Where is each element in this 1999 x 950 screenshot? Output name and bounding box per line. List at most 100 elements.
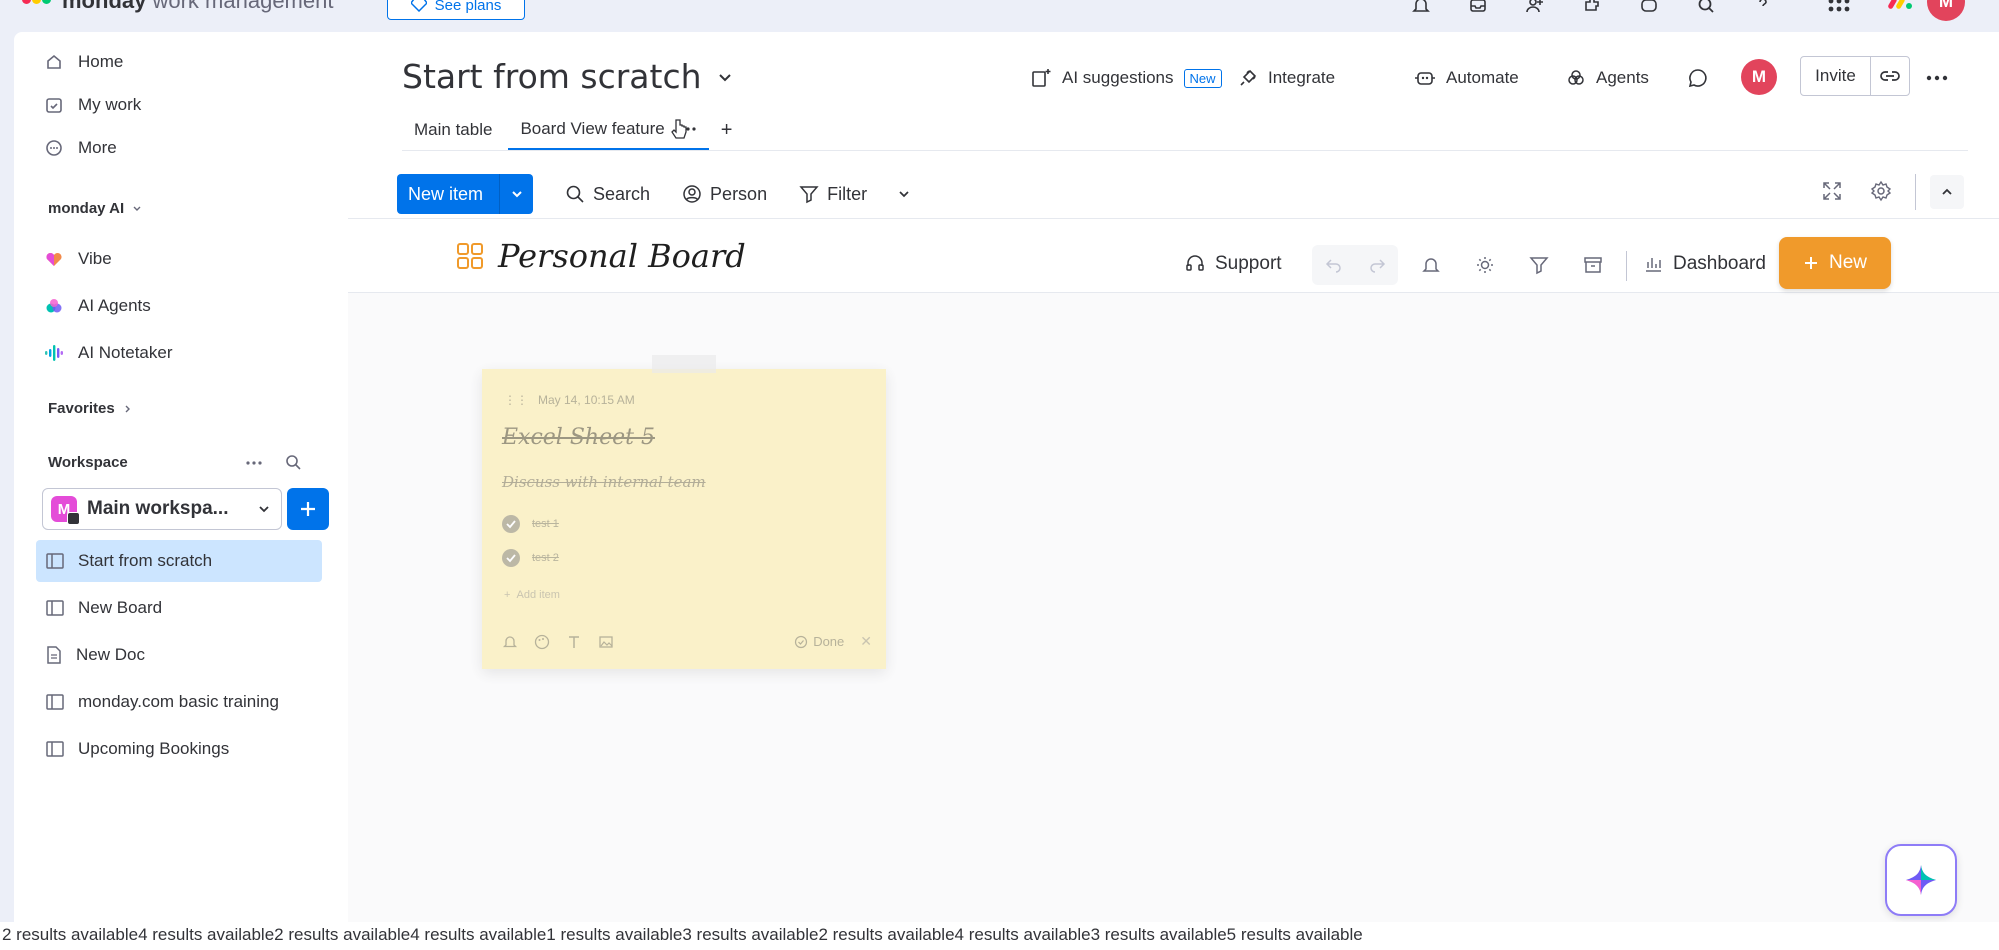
board-label: Start from scratch: [78, 551, 213, 570]
sidebar-board-start-from-scratch[interactable]: Start from scratch: [36, 540, 322, 582]
workspace-selector[interactable]: M Main workspa...: [42, 488, 282, 530]
inbox-icon[interactable]: [1465, 0, 1491, 18]
sidebar-item-vibe[interactable]: Vibe: [34, 242, 320, 276]
image-icon[interactable]: [598, 634, 614, 650]
sidebar-item-my-work[interactable]: My work: [34, 88, 320, 122]
sidebar-item-home[interactable]: Home: [34, 45, 320, 79]
chevron-down-icon[interactable]: [897, 187, 911, 201]
new-item-label: New item: [408, 183, 484, 204]
integrate-button[interactable]: Integrate: [1238, 62, 1335, 94]
note-checklist-item[interactable]: test 2: [502, 549, 559, 567]
settings-gear-icon[interactable]: [1870, 180, 1892, 202]
checked-circle-icon[interactable]: [502, 515, 520, 533]
user-avatar[interactable]: M: [1927, 0, 1965, 21]
search-icon: [565, 184, 585, 204]
new-note-button[interactable]: New: [1779, 237, 1891, 289]
sidebar-item-ai-notetaker[interactable]: AI Notetaker: [34, 336, 320, 370]
add-view-button[interactable]: +: [709, 110, 745, 150]
ai-sidekick-button[interactable]: [1885, 844, 1957, 916]
text-format-icon[interactable]: [566, 634, 582, 650]
automate-button[interactable]: Automate: [1414, 62, 1519, 94]
accessibility-status-text: 2 results available4 results available2 …: [0, 922, 1999, 950]
search-icon[interactable]: [1693, 0, 1719, 18]
invite-button[interactable]: Invite: [1800, 56, 1910, 96]
sidebar-item-ai-agents[interactable]: AI Agents: [34, 289, 320, 323]
notification-bell-icon[interactable]: [1421, 255, 1441, 275]
palette-icon[interactable]: [534, 634, 550, 650]
ai-suggestions-icon: [1030, 67, 1052, 89]
filter-button[interactable]: Filter: [799, 184, 911, 205]
mark-done-button[interactable]: Done: [794, 634, 844, 649]
add-view-label: +: [720, 118, 733, 141]
new-item-button[interactable]: New item: [397, 174, 533, 214]
note-title[interactable]: Excel Sheet 5: [502, 425, 655, 450]
fullscreen-icon[interactable]: [1821, 180, 1843, 202]
workspace-search-icon[interactable]: [284, 453, 302, 471]
undo-icon[interactable]: [1325, 256, 1343, 274]
tab-main-table[interactable]: Main table: [402, 110, 504, 150]
redo-icon[interactable]: [1368, 256, 1386, 274]
chevron-down-icon[interactable]: [499, 174, 533, 214]
board-menu-icon[interactable]: [1925, 62, 1949, 94]
support-button[interactable]: Support: [1185, 253, 1282, 275]
agents-icon: [1566, 68, 1586, 88]
chevron-down-icon: [716, 68, 734, 86]
reminder-bell-icon[interactable]: [502, 634, 518, 650]
note-description[interactable]: Discuss with internal team: [502, 473, 706, 491]
board-icon: [46, 741, 64, 757]
personal-board-header: Personal Board Support Dashboard New: [348, 219, 1999, 293]
sidebar-item-label: Home: [78, 52, 124, 71]
add-workspace-item-button[interactable]: [287, 488, 329, 530]
help-icon[interactable]: [1750, 0, 1776, 18]
support-label: Support: [1215, 253, 1282, 274]
monday-ai-section-toggle[interactable]: monday AI: [48, 200, 142, 217]
apps-puzzle-icon[interactable]: [1579, 0, 1605, 18]
ai-assistant-icon[interactable]: [1636, 0, 1662, 18]
headset-icon: [1185, 254, 1205, 274]
bell-icon[interactable]: [1408, 0, 1434, 18]
favorites-section-toggle[interactable]: Favorites: [48, 400, 133, 417]
board-title[interactable]: Start from scratch: [402, 57, 734, 96]
sidebar: Home My work More monday AI Vibe AI Agen…: [14, 32, 348, 922]
workspace-options-icon[interactable]: [244, 454, 264, 472]
sidebar-item-more[interactable]: More: [34, 131, 320, 165]
copy-link-icon[interactable]: [1871, 69, 1909, 83]
ai-suggestions-button[interactable]: AI suggestions New: [1030, 62, 1222, 94]
doc-icon: [46, 646, 62, 664]
sidebar-board-new-board[interactable]: New Board: [36, 587, 322, 629]
tab-label: Board View feature: [520, 119, 665, 138]
drag-handle-icon[interactable]: ⋮⋮: [504, 393, 528, 407]
agents-button[interactable]: Agents: [1566, 62, 1649, 94]
home-icon: [44, 52, 64, 72]
person-filter-button[interactable]: Person: [682, 184, 767, 205]
sidebar-board-basic-training[interactable]: monday.com basic training: [36, 681, 322, 723]
sticky-note[interactable]: ⋮⋮ May 14, 10:15 AM Excel Sheet 5 Discuss…: [482, 355, 886, 669]
view-tabs: Main table Board View feature +: [402, 110, 744, 150]
invite-members-icon[interactable]: [1522, 0, 1548, 18]
theme-sun-icon[interactable]: [1475, 255, 1495, 275]
archive-icon[interactable]: [1583, 255, 1603, 275]
sidebar-board-upcoming-bookings[interactable]: Upcoming Bookings: [36, 728, 322, 770]
monday-products-icon[interactable]: [1888, 0, 1914, 18]
dashboard-button[interactable]: Dashboard: [1643, 253, 1766, 275]
board-owner-avatar[interactable]: M: [1741, 59, 1777, 95]
add-checklist-item-button[interactable]: + Add item: [504, 589, 560, 601]
sidebar-board-new-doc[interactable]: New Doc: [36, 634, 322, 676]
note-checklist-item[interactable]: test 1: [502, 515, 559, 533]
sidebar-item-label: AI Notetaker: [78, 343, 173, 362]
search-label: Search: [593, 183, 651, 204]
search-button[interactable]: Search: [565, 184, 650, 205]
board-filter-icon[interactable]: [1529, 255, 1549, 275]
see-plans-button[interactable]: See plans: [387, 0, 525, 20]
invite-label: Invite: [1801, 57, 1871, 95]
checked-circle-icon[interactable]: [502, 549, 520, 567]
close-icon[interactable]: ✕: [860, 633, 872, 650]
note-date: ⋮⋮ May 14, 10:15 AM: [504, 393, 635, 407]
app-grid-icon[interactable]: [1826, 0, 1852, 18]
collapse-header-button[interactable]: [1930, 175, 1964, 209]
updates-chat-icon[interactable]: [1687, 62, 1709, 94]
chevron-down-icon: [132, 204, 142, 214]
done-label: Done: [813, 634, 845, 649]
monday-logo[interactable]: monday work management: [22, 0, 333, 14]
logo-text: monday work management: [62, 0, 334, 13]
